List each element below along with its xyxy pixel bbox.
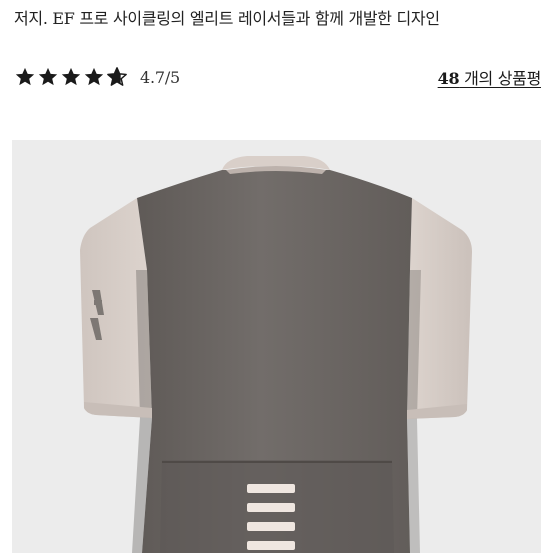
product-image[interactable]: [12, 140, 541, 553]
reviews-suffix: 개의 상품평: [459, 69, 541, 88]
star-partial-icon: [106, 66, 128, 88]
rating-row: 4.7/5 48 개의 상품평: [14, 64, 541, 90]
product-description: 저지. EF 프로 사이클링의 엘리트 레이서들과 함께 개발한 디자인: [14, 9, 440, 28]
star-full-icon: [14, 66, 36, 88]
star-full-icon: [60, 66, 82, 88]
rating-score: 4.7/5: [140, 67, 181, 87]
star-full-icon: [37, 66, 59, 88]
reviews-link[interactable]: 48 개의 상품평: [437, 65, 542, 89]
reviews-count: 48: [437, 69, 460, 88]
cycling-jersey-image: [12, 140, 541, 553]
star-full-icon: [83, 66, 105, 88]
star-rating: [14, 66, 128, 88]
